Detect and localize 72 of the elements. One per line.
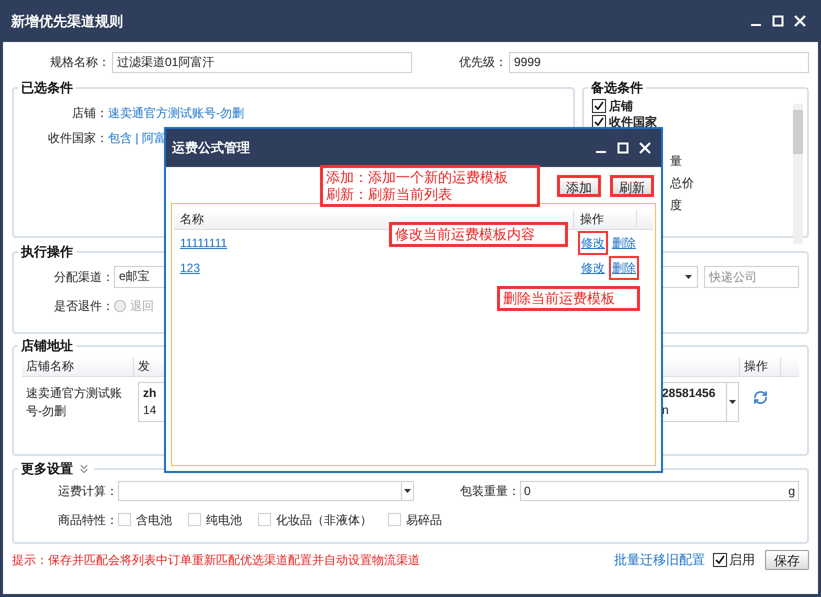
migrate-link[interactable]: 批量迁移旧配置: [614, 550, 705, 570]
maximize-icon[interactable]: [772, 15, 784, 27]
unit-label: g: [788, 482, 795, 500]
save-button[interactable]: 保存: [765, 550, 809, 570]
condition-option[interactable]: 总价: [670, 174, 694, 192]
template-link[interactable]: 123: [180, 260, 200, 274]
checkbox[interactable]: [592, 114, 606, 128]
address-text: 28581456: [662, 384, 716, 402]
section-title: 店铺地址: [21, 337, 73, 355]
condition-option[interactable]: 收件国家: [609, 112, 657, 130]
checkbox-label: 含电池: [136, 512, 172, 528]
condition-link[interactable]: 速卖通官方测试账号-勿删: [108, 104, 244, 122]
section-title: 备选条件: [591, 79, 643, 97]
toolbar-button[interactable]: 刷新: [610, 175, 654, 197]
column-header: 店铺名称: [22, 356, 134, 376]
address-text: n: [662, 402, 669, 418]
close-icon[interactable]: [639, 142, 651, 154]
checkbox-label: 易碎品: [406, 512, 442, 528]
checkbox-label: 化妆品（非液体）: [276, 512, 372, 528]
radio-label: 退回: [130, 298, 154, 314]
field-label: 店铺：: [71, 104, 108, 122]
condition-option[interactable]: 店铺: [609, 96, 633, 114]
field-label: 收件国家：: [47, 130, 108, 146]
field-label: 规格名称：: [49, 54, 111, 71]
caret-icon[interactable]: [685, 274, 692, 278]
action-link[interactable]: 修改: [578, 256, 608, 280]
close-icon[interactable]: [794, 15, 806, 27]
condition-link[interactable]: 包含 | 阿富: [108, 128, 166, 146]
address-text: 14: [143, 402, 156, 418]
checkbox[interactable]: [592, 98, 606, 112]
annotation-text: 添加：添加一个新的运费模板: [326, 169, 509, 186]
weight-field[interactable]: 0 g: [520, 480, 799, 500]
table-cell-text: 速卖通官方测试账号-勿删: [25, 384, 123, 420]
condition-option[interactable]: 量: [670, 152, 682, 170]
column-header: 操作: [573, 210, 637, 228]
action-link[interactable]: 删除: [609, 256, 639, 280]
checkbox-label: 启用: [729, 551, 755, 570]
section-title: 更多设置: [21, 460, 73, 478]
field-label: 是否退件：: [53, 298, 114, 314]
annotation-text: 修改当前运费模板内容: [395, 226, 536, 243]
annotation-text: 刷新：刷新当前列表: [326, 186, 453, 203]
section-title: 执行操作: [21, 243, 73, 261]
maximize-icon[interactable]: [617, 142, 629, 154]
action-link[interactable]: 修改: [578, 230, 608, 254]
weight-value: 0: [524, 482, 531, 500]
field-label: 商品特性：: [57, 512, 118, 528]
caret-icon[interactable]: [729, 400, 736, 404]
checkbox[interactable]: [713, 553, 727, 567]
annotation-text: 删除当前运费模板: [503, 290, 616, 307]
window-title: 运费公式管理: [172, 139, 250, 158]
condition-option[interactable]: 度: [670, 196, 682, 214]
hint-text: 提示：保存并匹配会将列表中订单重新匹配优选渠道配置并自动设置物流渠道: [12, 552, 421, 569]
priority-field[interactable]: 9999: [509, 52, 809, 72]
column-header: 名称: [179, 211, 205, 228]
carrier-field[interactable]: 快递公司: [704, 266, 799, 288]
window-title: 新增优先渠道规则: [11, 12, 123, 30]
scrollbar[interactable]: [793, 104, 803, 244]
name-field[interactable]: 过滤渠道01阿富汗: [112, 52, 412, 72]
toolbar-button[interactable]: 添加: [557, 175, 601, 197]
field-label: 分配渠道：: [53, 268, 114, 286]
column-header: 发: [137, 358, 151, 374]
checkbox-label: 纯电池: [206, 512, 242, 528]
template-link[interactable]: 11111111: [180, 236, 228, 250]
action-link[interactable]: 删除: [609, 230, 639, 254]
field-label: 运费计算：: [57, 482, 118, 500]
refresh-icon[interactable]: [752, 390, 768, 404]
field-label: 包装重量：: [459, 482, 520, 500]
field-label: 优先级：: [459, 54, 508, 71]
caret-icon[interactable]: [404, 488, 411, 492]
section-title: 已选条件: [21, 79, 73, 97]
column-header: 操作: [739, 356, 781, 376]
address-text: zh: [143, 384, 156, 402]
